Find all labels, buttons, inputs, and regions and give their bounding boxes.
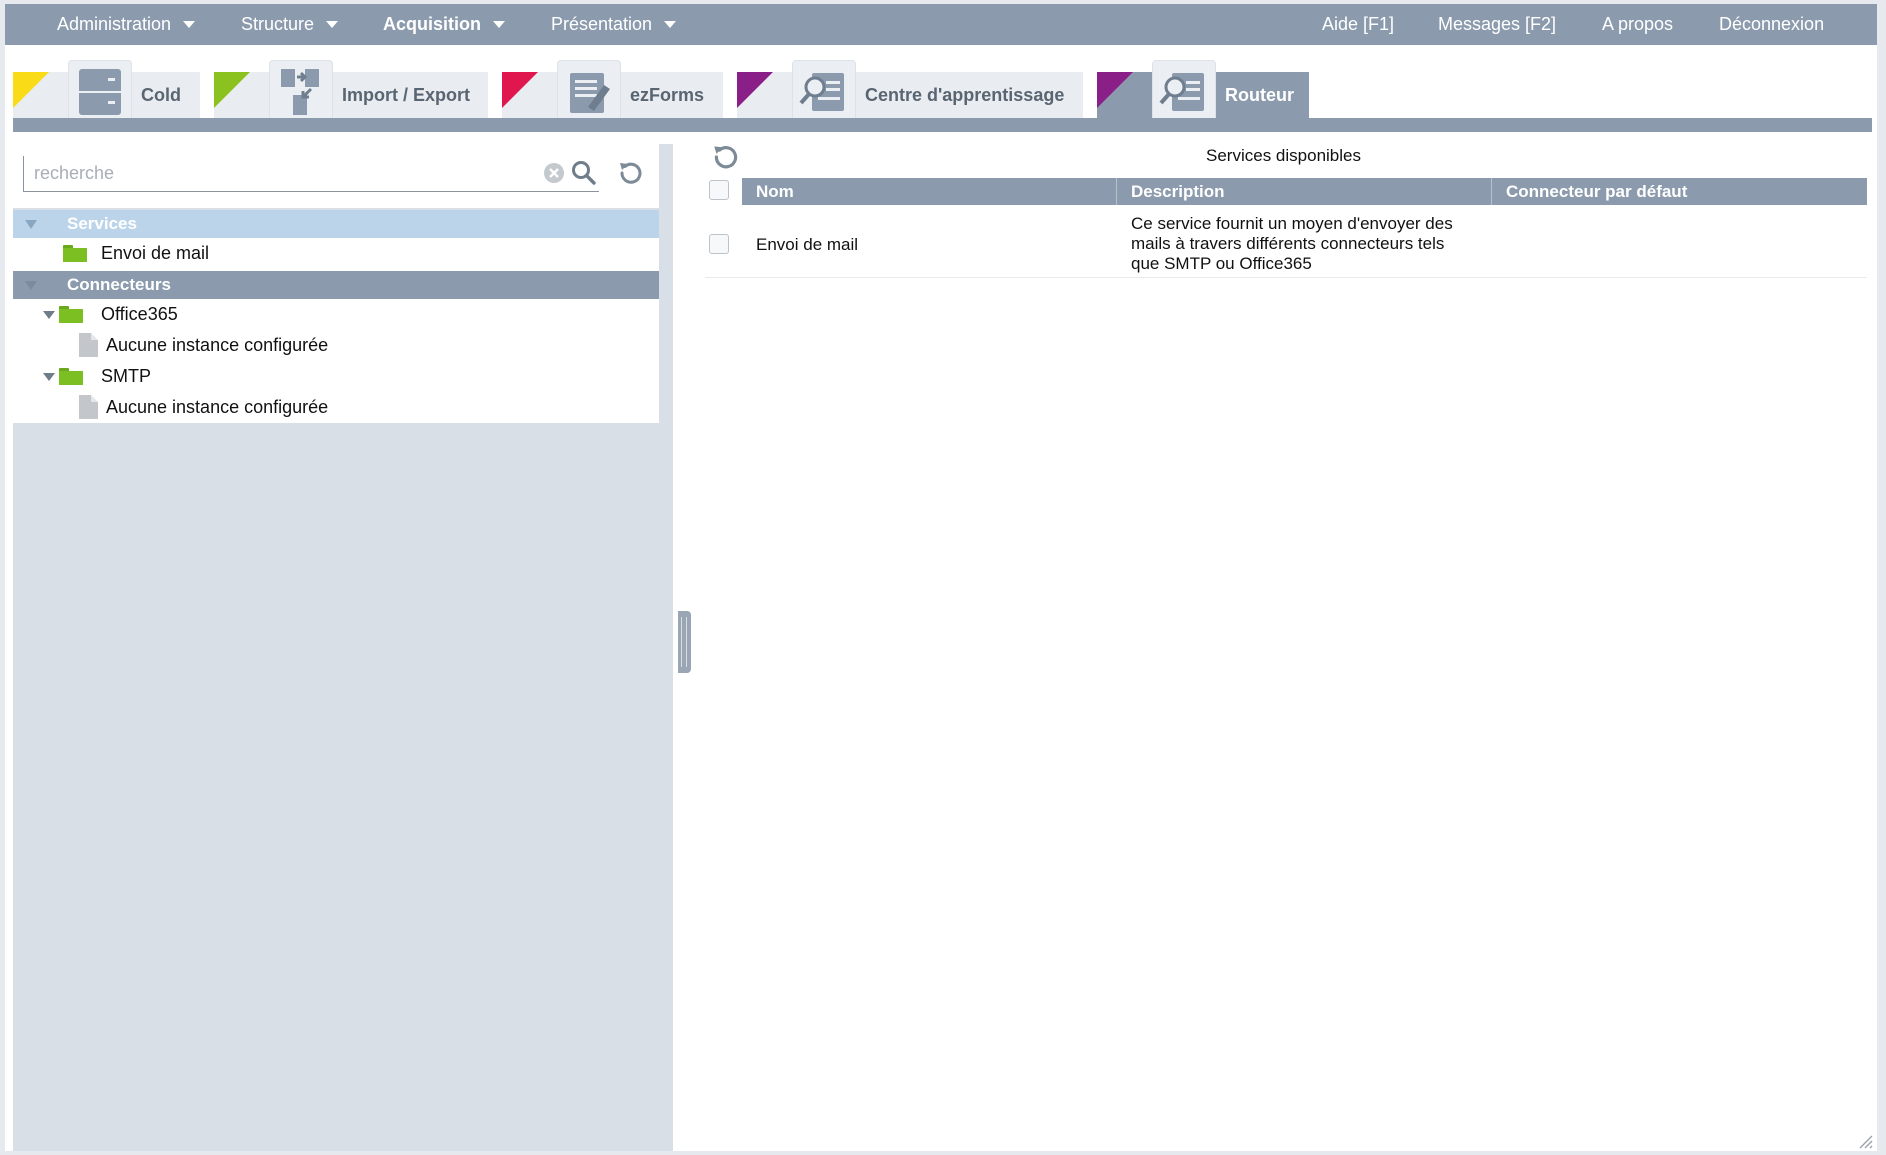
- tab-cold-label[interactable]: Cold: [141, 72, 181, 118]
- menu-presentation[interactable]: Présentation: [551, 4, 677, 45]
- tree-section-services[interactable]: Services: [13, 210, 659, 238]
- tree-item-smtp-instance[interactable]: Aucune instance configurée: [13, 392, 659, 423]
- tree-item-label: Office365: [101, 304, 178, 324]
- caret-down-icon[interactable]: [25, 220, 37, 229]
- app-window: Administration Structure Acquisition Pré…: [5, 4, 1877, 1151]
- menu-structure[interactable]: Structure: [241, 4, 339, 45]
- yellow-flag-icon: [13, 72, 49, 108]
- form-edit-icon[interactable]: [557, 60, 621, 124]
- tree-item-label: Aucune instance configurée: [106, 335, 329, 355]
- purple-flag-icon: [1097, 72, 1133, 108]
- panel-splitter-handle[interactable]: [678, 611, 691, 673]
- menu-presentation-label: Présentation: [551, 14, 653, 34]
- chevron-down-icon: [183, 20, 196, 28]
- tree-item-label: Envoi de mail: [101, 243, 210, 263]
- expand-arrow-icon[interactable]: [43, 373, 55, 381]
- menu-deconnexion[interactable]: Déconnexion: [1719, 4, 1824, 45]
- tree-item-label: Aucune instance configurée: [106, 397, 329, 417]
- folder-icon: [63, 245, 87, 262]
- chevron-down-icon: [326, 20, 339, 28]
- menu-a-propos[interactable]: A propos: [1602, 4, 1673, 45]
- description-line: mails à travers différents connecteurs t…: [1131, 234, 1445, 253]
- tree-section-connecteurs[interactable]: Connecteurs: [13, 271, 659, 299]
- tab-routeur-label[interactable]: Routeur: [1225, 72, 1294, 118]
- menu-administration[interactable]: Administration: [57, 4, 196, 45]
- search-bar: [13, 144, 659, 208]
- resize-grip-icon[interactable]: [1855, 1131, 1873, 1149]
- description-line: que SMTP ou Office365: [1131, 254, 1312, 273]
- services-tree: Services Envoi de mail Connecteurs Offic…: [13, 210, 659, 423]
- menu-structure-label: Structure: [241, 14, 315, 34]
- tab-strip-underline: [13, 118, 1872, 132]
- document-icon: [79, 395, 98, 419]
- tree-item-smtp[interactable]: SMTP: [13, 361, 659, 392]
- open-folder-icon: [59, 306, 83, 323]
- caret-down-icon[interactable]: [25, 281, 37, 290]
- cell-nom: Envoi de mail: [756, 235, 859, 254]
- menu-acquisition-label: Acquisition: [383, 14, 481, 34]
- tree-item-envoi-de-mail[interactable]: Envoi de mail: [13, 238, 659, 269]
- chevron-down-icon: [664, 20, 677, 28]
- green-flag-icon: [214, 72, 250, 108]
- tree-section-connecteurs-label: Connecteurs: [67, 275, 171, 294]
- tree-item-office365[interactable]: Office365: [13, 299, 659, 330]
- column-header-nom[interactable]: Nom: [742, 178, 1117, 205]
- row-checkbox[interactable]: [709, 234, 729, 254]
- grip-lines-icon: [681, 617, 687, 667]
- menu-aide[interactable]: Aide [F1]: [1322, 4, 1394, 45]
- refresh-icon[interactable]: [616, 158, 646, 188]
- search-icon[interactable]: [571, 160, 597, 186]
- services-grid-panel: Services disponibles Nom Description Con…: [695, 144, 1872, 1151]
- search-input[interactable]: [23, 156, 599, 192]
- cell-description: Ce service fournit un moyen d'envoyer de…: [1131, 214, 1453, 274]
- tree-section-services-label: Services: [67, 214, 137, 233]
- grid-header-row: Nom Description Connecteur par défaut: [742, 178, 1867, 205]
- tab-centre-apprentissage-label[interactable]: Centre d'apprentissage: [865, 72, 1064, 118]
- cabinet-icon[interactable]: [68, 60, 132, 124]
- grid-title: Services disponibles: [1206, 146, 1361, 165]
- column-header-connecteur[interactable]: Connecteur par défaut: [1492, 178, 1867, 205]
- tree-item-office365-instance[interactable]: Aucune instance configurée: [13, 330, 659, 361]
- red-flag-icon: [502, 72, 538, 108]
- menu-administration-label: Administration: [57, 14, 172, 34]
- tab-ezforms-label[interactable]: ezForms: [630, 72, 704, 118]
- column-header-description[interactable]: Description: [1117, 178, 1492, 205]
- main-menu-bar: Administration Structure Acquisition Pré…: [5, 4, 1877, 45]
- document-icon: [79, 333, 98, 357]
- document-search-icon[interactable]: [1152, 60, 1216, 124]
- document-search-icon[interactable]: [792, 60, 856, 124]
- table-row[interactable]: Envoi de mail Ce service fournit un moye…: [705, 208, 1867, 278]
- purple-flag-icon: [737, 72, 773, 108]
- import-export-icon[interactable]: [269, 60, 333, 124]
- tab-import-export-label[interactable]: Import / Export: [342, 72, 470, 118]
- menu-messages[interactable]: Messages [F2]: [1438, 4, 1556, 45]
- menu-acquisition[interactable]: Acquisition: [383, 4, 505, 45]
- clear-search-icon[interactable]: [543, 162, 565, 184]
- description-line: Ce service fournit un moyen d'envoyer de…: [1131, 214, 1453, 233]
- chevron-down-icon: [493, 20, 505, 28]
- open-folder-icon: [59, 368, 83, 385]
- application-tabs: Cold Import / Export ezForms Centre d'ap…: [13, 56, 1872, 124]
- tree-item-label: SMTP: [101, 366, 152, 386]
- select-all-checkbox[interactable]: [709, 180, 729, 200]
- navigation-panel: Services Envoi de mail Connecteurs Offic…: [13, 144, 673, 1151]
- expand-arrow-icon[interactable]: [43, 311, 55, 319]
